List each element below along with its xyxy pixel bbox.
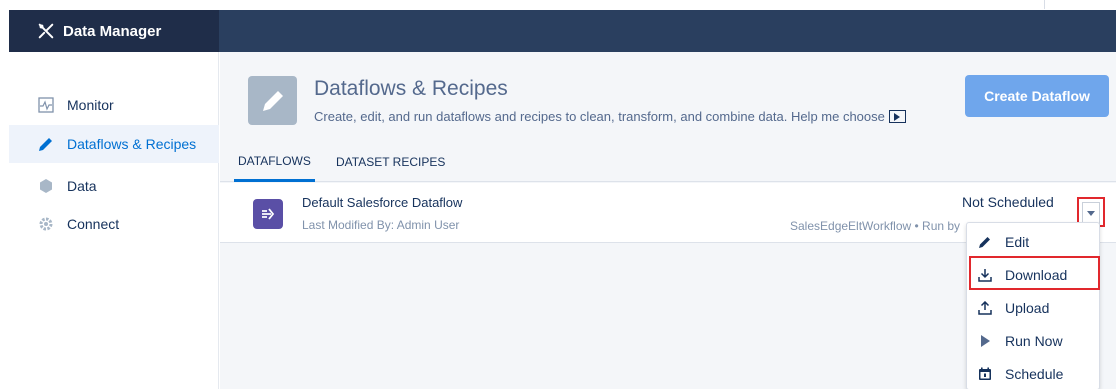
data-manager-tools-icon <box>38 23 54 39</box>
divider <box>1044 0 1045 9</box>
monitor-pulse-icon <box>37 96 55 114</box>
download-icon <box>977 267 993 283</box>
page-title: Dataflows & Recipes <box>314 77 508 100</box>
pencil-icon <box>248 76 297 125</box>
sidebar-item-dataflows-recipes[interactable]: Dataflows & Recipes <box>9 125 219 163</box>
brand[interactable]: Data Manager <box>9 10 219 52</box>
sidebar: Monitor Dataflows & Recipes Data Connect <box>9 52 219 389</box>
sidebar-item-label: Connect <box>67 216 120 232</box>
upload-icon <box>977 300 993 316</box>
sidebar-item-monitor[interactable]: Monitor <box>9 86 219 124</box>
chevron-down-icon <box>1087 211 1095 216</box>
top-strip <box>0 0 1116 10</box>
menu-item-label: Upload <box>1005 299 1050 316</box>
menu-item-edit[interactable]: Edit <box>967 225 1099 258</box>
tab-dataset-recipes[interactable]: DATASET RECIPES <box>336 142 445 182</box>
create-dataflow-button[interactable]: Create Dataflow <box>965 75 1109 117</box>
dataflow-name[interactable]: Default Salesforce Dataflow <box>302 195 462 210</box>
pencil-icon <box>37 135 55 153</box>
sidebar-item-label: Data <box>67 178 97 194</box>
sidebar-item-data[interactable]: Data <box>9 167 219 205</box>
menu-item-label: Run Now <box>1005 332 1063 349</box>
dataflow-meta: SalesEdgeEltWorkflow • Run by <box>790 219 961 233</box>
tab-dataflows[interactable]: DATAFLOWS <box>234 142 315 182</box>
menu-item-run-now[interactable]: Run Now <box>967 324 1099 357</box>
sidebar-item-label: Monitor <box>67 97 114 113</box>
menu-item-label: Edit <box>1005 233 1030 250</box>
last-modified: Last Modified By: Admin User <box>302 218 460 232</box>
menu-item-label: Download <box>1005 266 1068 283</box>
sidebar-item-connect[interactable]: Connect <box>9 205 219 243</box>
menu-item-upload[interactable]: Upload <box>967 291 1099 324</box>
play-icon <box>977 333 993 349</box>
menu-item-schedule[interactable]: Schedule <box>967 357 1099 389</box>
tabs: DATAFLOWS DATASET RECIPES <box>220 142 1116 182</box>
page-subtitle: Create, edit, and run dataflows and reci… <box>314 109 906 124</box>
menu-item-download[interactable]: Download <box>967 258 1099 291</box>
gear-icon <box>37 215 55 233</box>
menu-item-label: Schedule <box>1005 365 1064 382</box>
app-title: Data Manager <box>63 22 162 40</box>
video-play-icon[interactable] <box>888 110 906 123</box>
pencil-icon <box>977 234 993 250</box>
page-header: Dataflows & Recipes Create, edit, and ru… <box>220 52 1116 142</box>
dataflow-icon <box>253 199 283 229</box>
subtitle-text: Create, edit, and run dataflows and reci… <box>314 109 885 124</box>
row-actions-menu: Edit Download Upload Run Now Schedule <box>966 222 1100 389</box>
sidebar-item-label: Dataflows & Recipes <box>67 136 197 152</box>
app-header: Data Manager <box>9 10 1116 52</box>
calendar-icon <box>977 366 993 382</box>
schedule-status: Not Scheduled <box>962 194 1054 210</box>
hexagon-icon <box>37 177 55 195</box>
